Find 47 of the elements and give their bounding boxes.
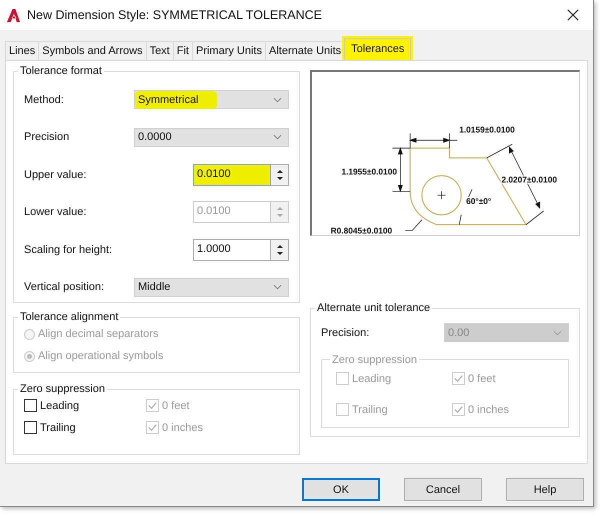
field-label: Lower value: [24,206,86,218]
tab[interactable]: Lines [5,41,40,60]
checkbox-label: 0 feet [162,400,190,412]
field-label: Precision: [321,326,370,339]
input-field[interactable]: 1.0000 [193,238,271,261]
checkbox[interactable] [24,421,37,434]
checkbox-label: Leading [40,400,80,412]
group-title: Tolerance format [19,65,103,77]
dialog-button[interactable]: OK [302,478,380,501]
checkbox-label: 0 inches [162,422,203,434]
dialog-button[interactable]: Cancel [404,478,482,501]
tab[interactable]: Tolerances [344,38,412,60]
dimension-label: 1.0159±0.0100 [459,124,515,134]
chevron-icon [273,134,282,140]
group-title: Tolerance alignment [19,311,120,323]
checkbox-label: 0 inches [468,404,509,416]
close-icon[interactable] [567,9,579,21]
dimension-label: R0.8045±0.0100 [330,226,392,235]
checkbox-label: Leading [352,372,392,384]
checkbox-label: Trailing [40,422,76,434]
checkbox[interactable] [24,399,37,412]
group-title: Zero suppression [19,383,106,395]
app-logo-icon [6,8,21,22]
field-label: Upper value: [24,168,86,181]
chevron-icon [273,96,282,103]
spin-buttons[interactable] [271,238,289,261]
radio-label: Align operational symbols [38,350,164,362]
dialog-button[interactable]: Help [506,478,584,501]
group-title: Zero suppression [331,354,418,366]
window-title: New Dimension Style: SYMMETRICAL TOLERANCE [27,8,323,22]
chevron-icon [553,330,562,336]
spin-buttons[interactable] [271,164,289,186]
dropdown[interactable]: Middle [134,278,289,297]
chevron-icon [273,284,282,290]
field-label: Precision [24,131,70,144]
dropdown[interactable]: 0.0000 [134,128,289,147]
field-label: Method: [24,94,64,106]
dimension-label: 1.1955±0.0100 [341,166,397,177]
field-label: Scaling for height: [24,244,112,256]
dimension-label: 60°±0° [466,196,492,206]
field-label: Vertical position: [24,281,104,294]
dropdown[interactable]: Symmetrical [134,90,289,110]
input-field[interactable]: 0.0100 [193,164,271,186]
checkbox-label: Trailing [352,404,388,416]
radio-label: Align decimal separators [38,328,158,340]
group-title: Alternate unit tolerance [316,302,432,314]
checkbox-label: 0 feet [468,372,496,384]
